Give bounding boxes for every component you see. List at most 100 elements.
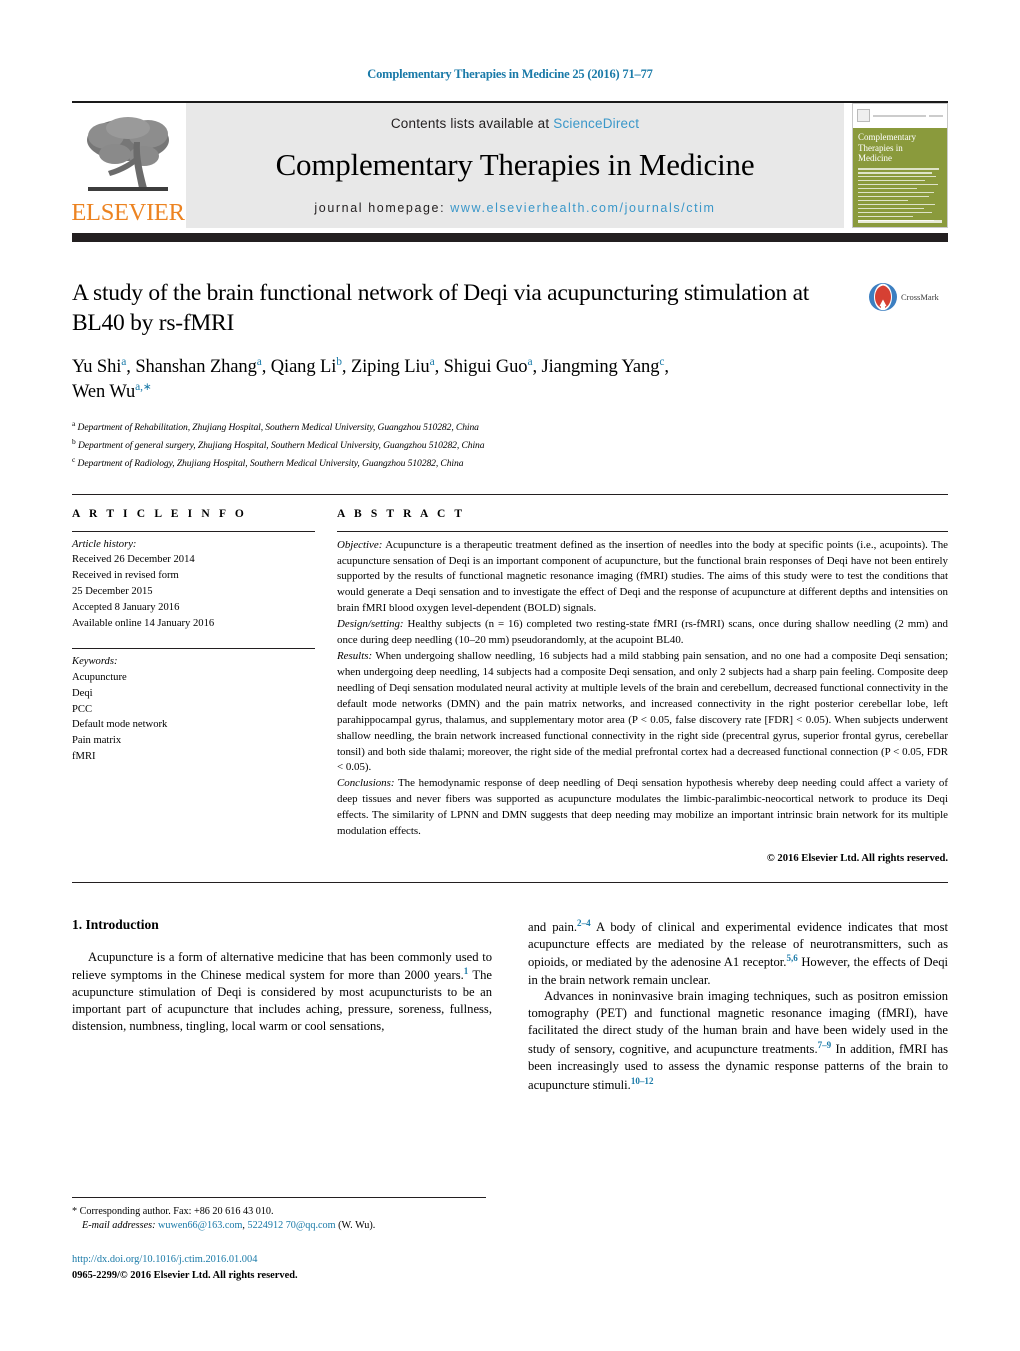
intro-paragraph-left: Acupuncture is a form of alternative med… <box>72 949 492 1036</box>
keywords-label: Keywords: <box>72 655 118 667</box>
affil-mark: a <box>121 355 127 368</box>
keyword-item: Deqi <box>72 687 93 699</box>
journal-homepage-link[interactable]: www.elsevierhealth.com/journals/ctim <box>450 201 715 215</box>
keyword-item: Default mode network <box>72 719 168 731</box>
affil-mark: a <box>527 355 533 368</box>
intro-right-text-a: and pain. <box>528 919 578 934</box>
history-item: Received in revised form <box>72 570 179 582</box>
email-link-1[interactable]: wuwen66@163.com <box>158 1220 242 1231</box>
masthead-bottom-bar <box>72 232 948 242</box>
keyword-item: fMRI <box>72 751 96 763</box>
affiliations-list: a Department of Rehabilitation, Zhujiang… <box>72 418 948 471</box>
cover-top-band <box>853 103 947 129</box>
doi-link[interactable]: http://dx.doi.org/10.1016/j.ctim.2016.01… <box>72 1253 486 1268</box>
keyword-item: Pain matrix <box>72 735 122 747</box>
abstract-column: A B S T R A C T Objective: Acupuncture i… <box>337 508 948 867</box>
affiliation-item: c Department of Radiology, Zhujiang Hosp… <box>72 454 948 472</box>
affiliation-text: Department of general surgery, Zhujiang … <box>77 440 485 452</box>
affil-mark: c <box>659 355 665 368</box>
intro-paragraph-right-2: Advances in noninvasive brain imaging te… <box>528 988 948 1094</box>
abstract-bottom-rule <box>72 881 948 883</box>
abstract-conclusions: Conclusions: The hemodynamic response of… <box>337 776 948 840</box>
sciencedirect-link[interactable]: ScienceDirect <box>553 116 639 131</box>
cover-footer-bar <box>858 219 942 223</box>
contents-available-line: Contents lists available at ScienceDirec… <box>391 116 639 131</box>
homepage-prefix-text: journal homepage: <box>314 200 451 215</box>
affil-mark: a,∗ <box>135 380 152 393</box>
keyword-item: PCC <box>72 703 93 715</box>
keywords-block: Keywords: Acupuncture Deqi PCC Default m… <box>72 649 315 765</box>
abstract-conclusions-text: The hemodynamic response of deep needlin… <box>337 777 948 838</box>
email-link-2[interactable]: 5224912 70@qq.com <box>248 1220 336 1231</box>
corresponding-text: Corresponding author. Fax: +86 20 616 43… <box>77 1205 274 1217</box>
running-head: Complementary Therapies in Medicine 25 (… <box>367 67 653 81</box>
affil-mark-a: a <box>72 419 76 429</box>
body-columns: 1. Introduction Acupuncture is a form of… <box>72 917 948 1095</box>
citation-ref[interactable]: 2–4 <box>577 918 591 928</box>
citation-ref[interactable]: 7–9 <box>818 1040 832 1050</box>
intro-paragraph-right-1: and pain.2–4 A body of clinical and expe… <box>528 917 948 989</box>
abstract-body: Objective: Acupuncture is a therapeutic … <box>337 532 948 867</box>
contents-prefix-text: Contents lists available at <box>390 115 554 131</box>
email-line: E-mail addresses: wuwen66@163.com, 52249… <box>72 1219 486 1234</box>
affiliation-text: Department of Radiology, Zhujiang Hospit… <box>77 458 464 469</box>
crossmark-icon <box>869 282 897 311</box>
paper-page: Complementary Therapies in Medicine 25 (… <box>0 0 1020 1351</box>
affil-mark: a <box>429 355 435 368</box>
author-list: Yu Shia, Shanshan Zhanga, Qiang Lib, Zip… <box>72 355 948 406</box>
history-item: Received 26 December 2014 <box>72 554 195 566</box>
affil-mark-c: c <box>72 454 76 464</box>
affiliation-item: a Department of Rehabilitation, Zhujiang… <box>72 418 948 436</box>
section-heading-introduction: 1. Introduction <box>72 916 159 932</box>
journal-header-box: Contents lists available at ScienceDirec… <box>186 102 844 228</box>
cover-publisher-mark-icon <box>857 109 870 123</box>
abstract-conclusions-label: Conclusions: <box>337 777 395 790</box>
intro-left-text-a: Acupuncture is a form of alternative med… <box>72 949 492 983</box>
abstract-results-text: When undergoing shallow needling, 16 sub… <box>337 650 948 774</box>
elsevier-tree-icon <box>87 117 169 191</box>
abstract-design: Design/setting: Healthy subjects (n = 16… <box>337 617 948 649</box>
abstract-objective-label: Objective: <box>337 538 383 551</box>
affil-mark-b: b <box>72 437 76 447</box>
info-abstract-section: A R T I C L E I N F O Article history: R… <box>72 493 948 867</box>
title-row: A study of the brain functional network … <box>72 278 948 338</box>
title-column: A study of the brain functional network … <box>72 278 868 338</box>
journal-title: Complementary Therapies in Medicine <box>275 147 755 183</box>
body-column-right: and pain.2–4 A body of clinical and expe… <box>528 917 948 1095</box>
author-line-1: Yu Shia, Shanshan Zhanga, Qiang Lib, Zip… <box>72 355 669 377</box>
citation-ref[interactable]: 5,6 <box>786 953 797 963</box>
issn-copyright: 0965-2299/© 2016 Elsevier Ltd. All right… <box>72 1269 298 1281</box>
abstract-design-label: Design/setting: <box>337 618 404 631</box>
article-history-label: Article history: <box>72 538 137 550</box>
email-label: E-mail addresses: <box>82 1220 156 1232</box>
journal-masthead: ELSEVIER Contents lists available at Sci… <box>71 100 948 228</box>
abstract-results: Results: When undergoing shallow needlin… <box>337 649 948 776</box>
affil-mark: a <box>256 355 262 368</box>
doi-block: http://dx.doi.org/10.1016/j.ctim.2016.01… <box>72 1253 486 1283</box>
body-column-left: 1. Introduction Acupuncture is a form of… <box>72 917 492 1095</box>
keyword-item: Acupuncture <box>72 671 127 683</box>
history-item: 25 December 2015 <box>72 586 153 598</box>
page-footnote: * Corresponding author. Fax: +86 20 616 … <box>72 1196 486 1283</box>
author-line-2: Wen Wua,∗ <box>72 380 152 403</box>
citation-ref[interactable]: 10–12 <box>631 1076 654 1086</box>
affil-mark: b <box>336 355 342 368</box>
crossmark-badge[interactable]: CrossMark <box>868 282 948 312</box>
elsevier-logo: ELSEVIER <box>71 103 185 228</box>
page-title: A study of the brain functional network … <box>72 279 810 336</box>
cover-text-lines <box>853 166 947 226</box>
affiliation-text: Department of Rehabilitation, Zhujiang H… <box>77 422 479 434</box>
elsevier-wordmark: ELSEVIER <box>71 199 185 226</box>
article-info-column: A R T I C L E I N F O Article history: R… <box>72 508 337 867</box>
history-item: Available online 14 January 2016 <box>72 618 215 630</box>
journal-cover-thumbnail: Complementary Therapies in Medicine <box>852 102 948 228</box>
article-history-block: Article history: Received 26 December 20… <box>72 532 315 632</box>
abstract-objective: Objective: Acupuncture is a therapeutic … <box>337 538 948 618</box>
crossmark-label: CrossMark <box>901 291 939 302</box>
abstract-design-text: Healthy subjects (n = 16) completed two … <box>337 618 948 647</box>
journal-homepage-line: journal homepage: www.elsevierhealth.com… <box>314 201 715 215</box>
article-info-heading: A R T I C L E I N F O <box>72 507 247 520</box>
corresponding-author-line: * Corresponding author. Fax: +86 20 616 … <box>72 1205 486 1220</box>
abstract-results-label: Results: <box>337 650 373 663</box>
abstract-objective-text: Acupuncture is a therapeutic treatment d… <box>337 538 948 615</box>
